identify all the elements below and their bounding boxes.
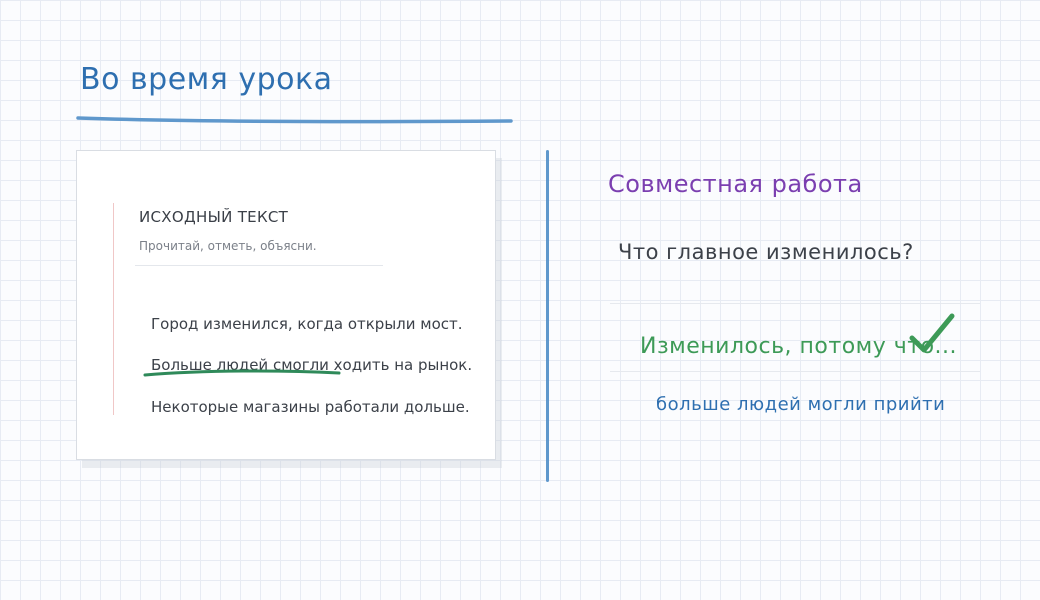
collab-title: Совместная работа — [608, 170, 863, 198]
card-heading-rule — [135, 265, 383, 266]
title-underline — [76, 116, 513, 124]
card-margin-line — [113, 203, 114, 415]
answer-continuation: больше людей могли прийти — [656, 394, 946, 415]
text-line-1: Город изменился, когда открыли мост. — [151, 315, 463, 333]
text-line-3: Некоторые магазины работали дольше. — [151, 398, 470, 416]
question-text: Что главное изменилось? — [618, 240, 914, 264]
source-text-card: ИСХОДНЫЙ ТЕКСТ Прочитай, отметь, объясни… — [76, 150, 496, 460]
card-subheading: Прочитай, отметь, объясни. — [139, 239, 317, 253]
answer-rule-bottom — [610, 371, 980, 372]
page-title: Во время урока — [80, 62, 333, 97]
highlight-underline — [143, 369, 341, 377]
checkmark-icon — [909, 313, 955, 353]
vertical-divider — [546, 150, 549, 482]
card-heading: ИСХОДНЫЙ ТЕКСТ — [139, 208, 289, 226]
answer-rule-top — [610, 303, 980, 304]
